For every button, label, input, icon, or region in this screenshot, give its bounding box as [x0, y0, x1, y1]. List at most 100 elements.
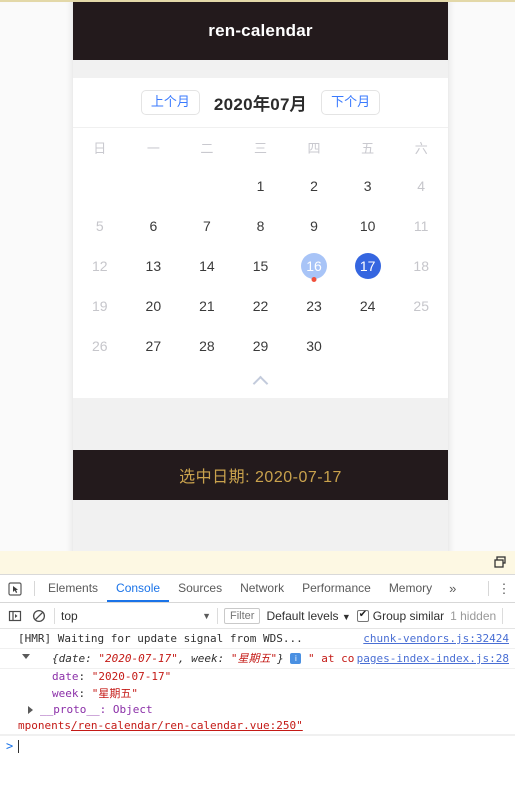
chevron-down-icon: ▼: [202, 610, 211, 621]
object-property-week: week: "星期五": [0, 684, 515, 702]
calendar-day-cell[interactable]: 19: [73, 286, 127, 326]
calendar-day-cell[interactable]: 26: [73, 326, 127, 366]
calendar-day-number: 8: [256, 218, 265, 234]
hmr-source-link[interactable]: chunk-vendors.js:32424: [363, 631, 509, 646]
calendar-day-cell[interactable]: 23: [287, 286, 341, 326]
calendar-day-cell[interactable]: 12: [73, 246, 127, 286]
calendar-day-cell[interactable]: 7: [180, 206, 234, 246]
calendar-day-cell[interactable]: 18: [394, 246, 448, 286]
calendar-day-number: 4: [417, 178, 426, 194]
calendar-day-cell[interactable]: 17: [341, 246, 395, 286]
calendar-day-cell[interactable]: 28: [180, 326, 234, 366]
weekday-label-tue: 二: [200, 140, 214, 156]
console-message-object: {date: "2020-07-17", week: "星期五"} i " at…: [0, 649, 515, 669]
weekday-label-sun: 日: [93, 140, 107, 156]
calendar-day-cell[interactable]: 9: [287, 206, 341, 246]
tab-network[interactable]: Network: [231, 575, 293, 602]
calendar-day-number: 7: [203, 218, 211, 234]
console-message-tail: mponents/ren-calendar/ren-calendar.vue:2…: [0, 717, 515, 735]
calendar-collapse-toggle[interactable]: [73, 366, 448, 396]
calendar-day-cell[interactable]: 8: [234, 206, 288, 246]
group-similar-toggle[interactable]: Group similar: [356, 609, 444, 623]
object-week-value: "星期五": [230, 652, 278, 665]
console-filter-input[interactable]: Filter: [224, 607, 261, 624]
expand-arrow-icon[interactable]: [22, 654, 30, 663]
calendar-day-number: 25: [413, 298, 429, 314]
calendar-week-row: 5 6 7 8 9 10 11: [73, 206, 448, 246]
calendar-day-number: 9: [310, 218, 318, 234]
toolbar-divider-2: [217, 607, 218, 624]
weekday-label-thu: 四: [307, 140, 321, 156]
calendar-day-cell[interactable]: 6: [127, 206, 181, 246]
calendar-day-number: 16: [301, 253, 328, 279]
clear-console-icon[interactable]: [30, 607, 48, 625]
calendar-day-number: 11: [413, 218, 429, 234]
dock-position-icon[interactable]: [493, 555, 507, 569]
inspect-element-icon[interactable]: [0, 575, 30, 602]
calendar-day-cell[interactable]: 15: [234, 246, 288, 286]
property-key-date: date: [52, 670, 79, 683]
app-title: ren-calendar: [208, 21, 313, 40]
calendar-month-title: 2020年07月: [213, 95, 308, 114]
calendar-day-cell[interactable]: 4: [394, 166, 448, 206]
calendar-day-number: 17: [354, 253, 381, 279]
tab-sources[interactable]: Sources: [169, 575, 231, 602]
calendar-day-number: 20: [145, 298, 162, 314]
log-levels-label: Default levels: [266, 608, 339, 623]
calendar-day-cell[interactable]: 16: [287, 246, 341, 286]
object-source-link[interactable]: pages-index-index.js:28: [357, 651, 509, 666]
calendar-day-cell[interactable]: 30: [287, 326, 341, 366]
calendar-day-cell[interactable]: 13: [127, 246, 181, 286]
calendar-day-cell[interactable]: 5: [73, 206, 127, 246]
prev-month-button[interactable]: 上个月: [140, 89, 200, 116]
page-background-right: [448, 2, 515, 551]
weekday-label-mon: 一: [146, 140, 160, 156]
calendar-day-number: 15: [252, 258, 269, 274]
calendar-day-cell[interactable]: 25: [394, 286, 448, 326]
calendar-day-cell[interactable]: 27: [127, 326, 181, 366]
tabbar-divider-right: [488, 581, 489, 596]
next-month-button[interactable]: 下个月: [321, 89, 381, 116]
calendar-day-cell[interactable]: 24: [341, 286, 395, 326]
object-date-value: "2020-07-17": [98, 652, 178, 665]
calendar-day-number: 10: [359, 218, 376, 234]
console-sidebar-icon[interactable]: [6, 607, 24, 625]
calendar-day-empty: [180, 166, 234, 206]
info-badge-icon[interactable]: i: [290, 653, 302, 664]
calendar-day-cell[interactable]: 10: [341, 206, 395, 246]
tabbar-divider: [34, 581, 35, 596]
tail-source-link[interactable]: /ren-calendar/ren-calendar.vue:250": [71, 719, 303, 732]
tab-performance[interactable]: Performance: [293, 575, 380, 602]
tab-memory[interactable]: Memory: [380, 575, 441, 602]
calendar-week-row: 26 27 28 29 30: [73, 326, 448, 366]
calendar-day-cell[interactable]: 3: [341, 166, 395, 206]
hmr-message-text: [HMR] Waiting for update signal from WDS…: [18, 632, 303, 645]
calendar-widget: 上个月 2020年07月 下个月 日 一 二 三 四 五 六 123456789…: [73, 78, 448, 398]
tail-red-text: mponents: [18, 719, 71, 732]
calendar-day-cell[interactable]: 1: [234, 166, 288, 206]
calendar-day-cell[interactable]: 21: [180, 286, 234, 326]
calendar-day-cell[interactable]: 11: [394, 206, 448, 246]
more-tabs-icon[interactable]: »: [441, 575, 464, 602]
calendar-day-cell[interactable]: 14: [180, 246, 234, 286]
calendar-day-number: 18: [413, 258, 429, 274]
execution-context-select[interactable]: top ▼: [61, 609, 211, 623]
selected-date-text: 选中日期: 2020-07-17: [179, 469, 342, 486]
console-prompt-row[interactable]: >: [0, 735, 515, 756]
tab-console[interactable]: Console: [107, 575, 170, 602]
proto-expand-arrow-icon[interactable]: [28, 706, 33, 714]
app-header-bar: ren-calendar: [73, 2, 448, 60]
calendar-day-cell[interactable]: 20: [127, 286, 181, 326]
calendar-day-number: [194, 173, 220, 199]
object-property-proto[interactable]: __proto__: Object: [0, 702, 515, 717]
calendar-day-cell[interactable]: 29: [234, 326, 288, 366]
calendar-day-cell[interactable]: 2: [287, 166, 341, 206]
page-background-left: [0, 2, 73, 551]
object-prefix: {date:: [52, 652, 99, 665]
log-levels-select[interactable]: Default levels ▼: [266, 609, 350, 623]
calendar-day-cell[interactable]: 22: [234, 286, 288, 326]
devtools-menu-icon[interactable]: ⋮: [493, 575, 515, 602]
group-similar-checkbox[interactable]: [356, 609, 369, 622]
tab-elements[interactable]: Elements: [39, 575, 107, 602]
calendar-day-grid: 1 2 3 4 5 6 7 8 9 10 11 12 13 14 15 16 17 18 19 20 21 22 23 24 2…: [73, 166, 448, 366]
